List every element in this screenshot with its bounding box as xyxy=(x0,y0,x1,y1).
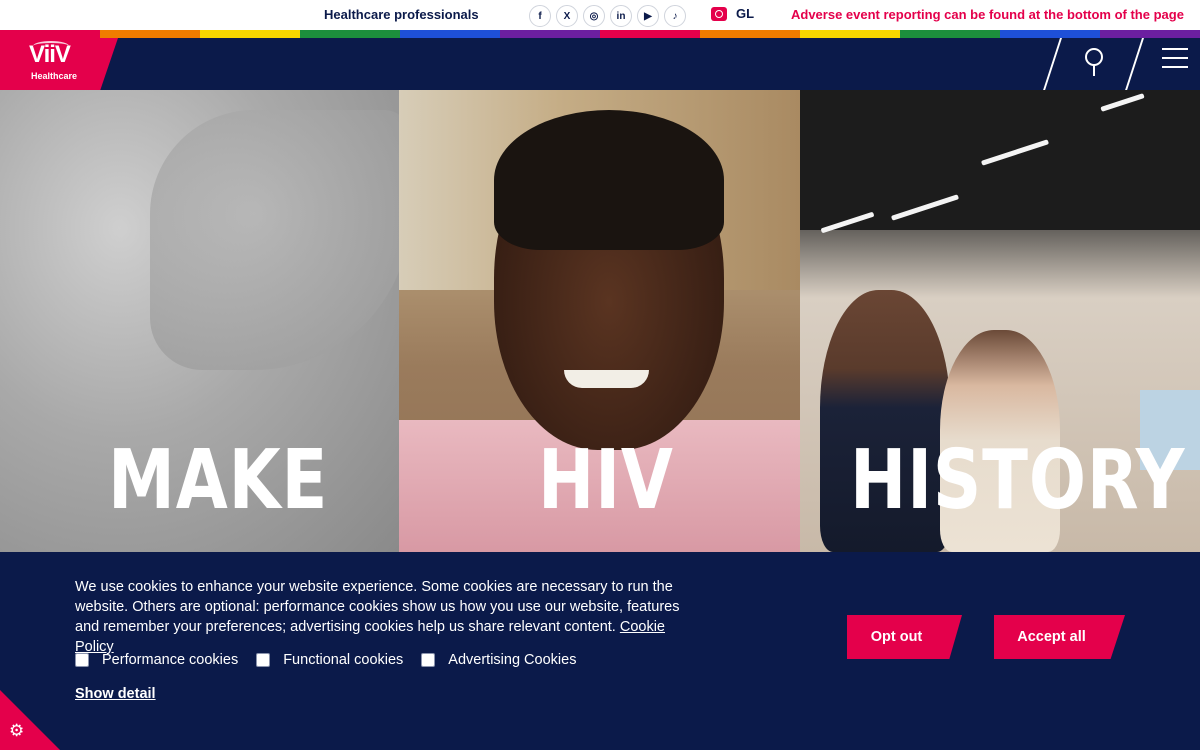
youtube-icon[interactable]: ▶ xyxy=(637,5,659,27)
rainbow-stripe xyxy=(0,30,1200,38)
rainbow-segment xyxy=(600,30,700,38)
x-icon[interactable]: X xyxy=(556,5,578,27)
hamburger-menu-icon[interactable] xyxy=(1160,48,1190,72)
search-icon[interactable] xyxy=(1078,45,1112,81)
opt-out-button[interactable]: Opt out xyxy=(847,615,962,659)
accept-all-button[interactable]: Accept all xyxy=(994,615,1125,659)
rainbow-segment xyxy=(0,30,100,38)
functional-cookies-checkbox[interactable] xyxy=(256,653,271,667)
functional-cookies-label: Functional cookies xyxy=(283,652,404,668)
hero-word-history: HISTORY xyxy=(850,433,1186,528)
hero-word-hiv: HIV xyxy=(538,433,674,528)
rainbow-segment xyxy=(300,30,400,38)
social-links: f X ◎ in ▶ ♪ xyxy=(529,5,686,27)
cookie-banner: We use cookies to enhance your website e… xyxy=(0,552,1200,750)
logo-subtitle: Healthcare xyxy=(31,71,78,81)
healthcare-professionals-link[interactable]: Healthcare professionals xyxy=(324,7,479,22)
instagram-icon[interactable]: ◎ xyxy=(583,5,605,27)
hero-banner: MAKE HIV HISTORY xyxy=(0,90,1200,552)
linkedin-icon[interactable]: in xyxy=(610,5,632,27)
show-detail-link[interactable]: Show detail xyxy=(75,686,156,702)
advertising-cookies-label: Advertising Cookies xyxy=(448,652,577,668)
rainbow-segment xyxy=(100,30,200,38)
functional-cookies-option[interactable]: Functional cookies xyxy=(256,652,403,668)
rainbow-segment xyxy=(800,30,900,38)
performance-cookies-label: Performance cookies xyxy=(102,652,239,668)
logo-wordmark: ViiV xyxy=(29,41,71,68)
rainbow-segment xyxy=(900,30,1000,38)
hero-word-make: MAKE xyxy=(108,433,329,528)
tiktok-icon[interactable]: ♪ xyxy=(664,5,686,27)
adverse-event-link[interactable]: Adverse event reporting can be found at … xyxy=(791,7,1184,22)
rainbow-segment xyxy=(1000,30,1100,38)
facebook-icon[interactable]: f xyxy=(529,5,551,27)
viiv-logo[interactable]: ViiV Healthcare xyxy=(0,38,118,90)
rainbow-segment xyxy=(400,30,500,38)
rainbow-segment xyxy=(500,30,600,38)
language-label: GL xyxy=(736,6,755,21)
advertising-cookies-option[interactable]: Advertising Cookies xyxy=(421,652,576,668)
cookie-message: We use cookies to enhance your website e… xyxy=(75,577,695,657)
globe-icon xyxy=(711,6,727,21)
language-selector[interactable]: GL xyxy=(711,6,754,21)
main-navbar xyxy=(0,38,1200,90)
rainbow-segment xyxy=(1100,30,1200,38)
rainbow-segment xyxy=(200,30,300,38)
performance-cookies-checkbox[interactable] xyxy=(75,653,89,667)
performance-cookies-option[interactable]: Performance cookies xyxy=(75,652,238,668)
rainbow-segment xyxy=(700,30,800,38)
cookie-message-text: We use cookies to enhance your website e… xyxy=(75,579,680,635)
cookie-options: Performance cookies Functional cookies A… xyxy=(75,652,594,668)
gear-icon[interactable]: ⚙ xyxy=(9,722,24,739)
utility-bar: Healthcare professionals f X ◎ in ▶ ♪ GL… xyxy=(0,0,1200,30)
advertising-cookies-checkbox[interactable] xyxy=(421,653,436,667)
